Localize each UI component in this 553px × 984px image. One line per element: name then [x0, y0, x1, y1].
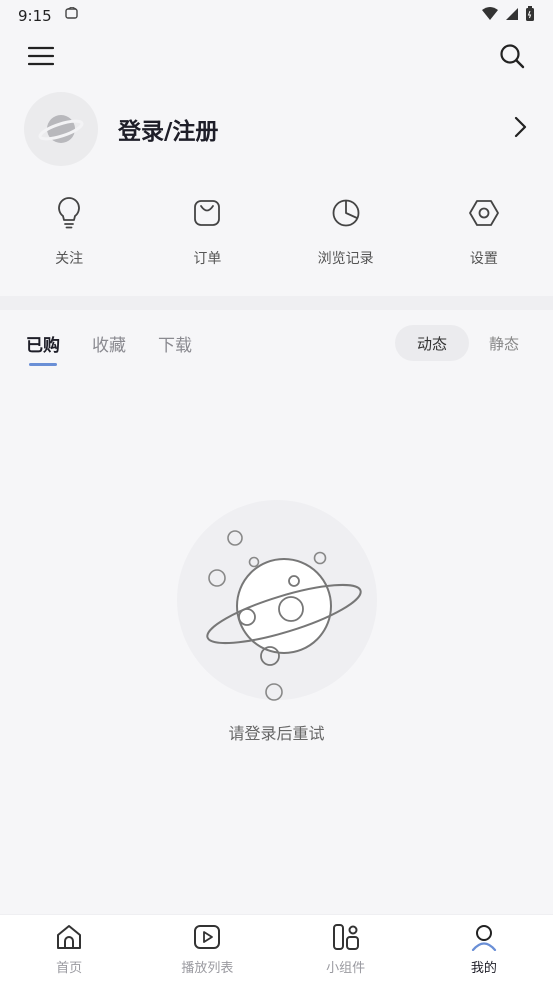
- status-time: 9:15: [18, 7, 52, 25]
- login-register-label[interactable]: 登录/注册: [118, 112, 218, 146]
- status-bar: 9:15: [0, 0, 553, 32]
- nav-home[interactable]: 首页: [9, 923, 129, 976]
- hex-settings-icon: [468, 190, 500, 236]
- tab-purchased[interactable]: 已购: [26, 331, 60, 366]
- section-divider: [0, 296, 553, 310]
- nav-widgets[interactable]: 小组件: [286, 923, 406, 976]
- bulb-icon: [56, 190, 82, 236]
- nav-label: 播放列表: [181, 961, 234, 976]
- nav-label: 我的: [470, 961, 497, 976]
- planet-avatar-icon: [38, 115, 84, 143]
- status-right: [481, 6, 535, 26]
- nav-label: 首页: [56, 961, 83, 976]
- notification-icon: [64, 6, 80, 25]
- menu-icon[interactable]: [27, 45, 55, 71]
- empty-message: 请登录后重试: [228, 724, 325, 743]
- planet-illustration: [176, 500, 377, 701]
- quick-action-history[interactable]: 浏览记录: [291, 190, 401, 280]
- quick-action-label: 设置: [469, 251, 498, 267]
- pie-icon: [331, 190, 361, 236]
- home-icon: [55, 923, 83, 955]
- search-icon[interactable]: [499, 43, 525, 73]
- quick-actions: 关注 订单 浏览记录 设置: [0, 190, 553, 280]
- toggle-static[interactable]: 静态: [489, 333, 519, 354]
- quick-action-orders[interactable]: 订单: [152, 190, 262, 280]
- toggle-dynamic[interactable]: 动态: [394, 325, 469, 361]
- quick-action-label: 关注: [55, 251, 84, 267]
- content-tabs: 已购 收藏 下载 动态 静态: [0, 316, 553, 370]
- battery-icon: [525, 6, 535, 26]
- wallpaper-type-toggle: 动态 静态: [394, 325, 527, 361]
- login-entry[interactable]: 登录/注册: [24, 90, 529, 168]
- signal-icon: [505, 7, 519, 25]
- quick-action-label: 订单: [193, 251, 222, 267]
- bottom-nav: 首页 播放列表 小组件 我的: [0, 914, 553, 984]
- tab-downloads[interactable]: 下载: [158, 331, 192, 356]
- bag-icon: [192, 190, 222, 236]
- widget-icon: [332, 923, 360, 955]
- play-list-icon: [193, 923, 221, 955]
- empty-state: 请登录后重试: [0, 480, 553, 800]
- nav-label: 小组件: [326, 961, 366, 976]
- nav-mine[interactable]: 我的: [424, 923, 544, 976]
- tab-favorites[interactable]: 收藏: [92, 331, 126, 356]
- chevron-right-icon[interactable]: [513, 116, 527, 142]
- quick-action-label: 浏览记录: [317, 251, 374, 267]
- quick-action-follow[interactable]: 关注: [14, 190, 124, 280]
- nav-playlist[interactable]: 播放列表: [147, 923, 267, 976]
- avatar[interactable]: [24, 92, 98, 166]
- profile-icon: [470, 923, 498, 955]
- wifi-icon: [481, 7, 499, 25]
- top-toolbar: [0, 36, 553, 80]
- quick-action-settings[interactable]: 设置: [429, 190, 539, 280]
- status-left: 9:15: [18, 6, 80, 25]
